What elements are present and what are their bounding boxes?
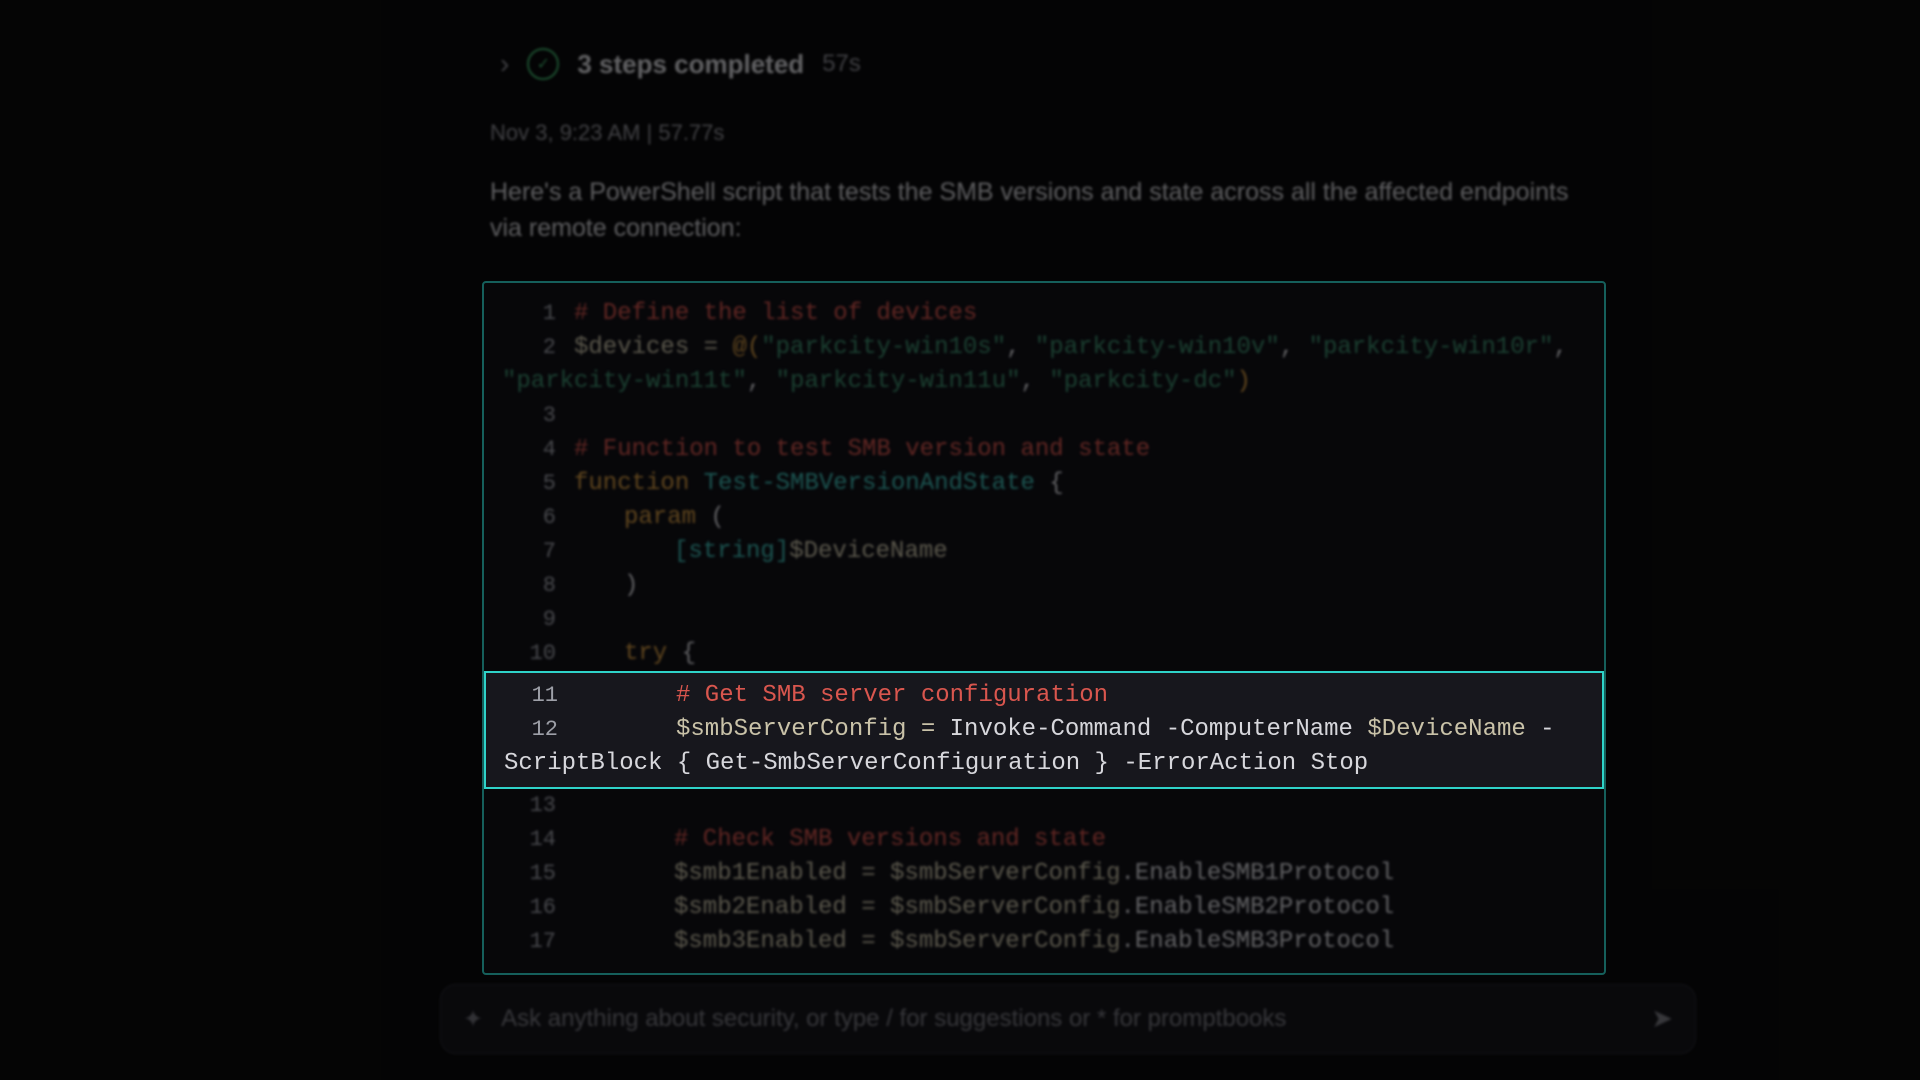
code-line: 1# Define the list of devices bbox=[484, 297, 1604, 331]
code-line: 4# Function to test SMB version and stat… bbox=[484, 433, 1604, 467]
code-line: 17$smb3Enabled = $smbServerConfig.Enable… bbox=[484, 925, 1604, 959]
code-line: 16$smb2Enabled = $smbServerConfig.Enable… bbox=[484, 891, 1604, 925]
chevron-right-icon[interactable]: › bbox=[500, 50, 509, 78]
response-body: Here's a PowerShell script that tests th… bbox=[490, 174, 1580, 247]
code-line: 15$smb1Enabled = $smbServerConfig.Enable… bbox=[484, 857, 1604, 891]
code-line: 12$smbServerConfig = Invoke-Command -Com… bbox=[486, 713, 1602, 747]
response-timestamp: Nov 3, 9:23 AM | 57.77s bbox=[490, 120, 1630, 146]
code-line: 11# Get SMB server configuration bbox=[486, 679, 1602, 713]
code-line: 6param ( bbox=[484, 501, 1604, 535]
code-line: 5function Test-SMBVersionAndState { bbox=[484, 467, 1604, 501]
code-line: 14# Check SMB versions and state bbox=[484, 823, 1604, 857]
code-line: 3 bbox=[484, 399, 1604, 433]
steps-completed-label: 3 steps completed bbox=[577, 49, 804, 80]
chat-input[interactable]: ✦ Ask anything about security, or type /… bbox=[440, 984, 1696, 1054]
code-line: 8) bbox=[484, 569, 1604, 603]
send-icon[interactable]: ➤ bbox=[1651, 1003, 1673, 1034]
code-line: 9 bbox=[484, 603, 1604, 637]
check-circle-icon: ✓ bbox=[527, 48, 559, 80]
code-line: 13 bbox=[484, 789, 1604, 823]
code-block[interactable]: 1# Define the list of devices 2$devices … bbox=[482, 281, 1606, 975]
code-line: 10try { bbox=[484, 637, 1604, 671]
steps-summary[interactable]: › ✓ 3 steps completed 57s bbox=[440, 0, 1630, 120]
code-focus-region: 11# Get SMB server configuration 12$smbS… bbox=[484, 671, 1604, 789]
sparkle-icon: ✦ bbox=[463, 1005, 483, 1034]
steps-elapsed: 57s bbox=[822, 50, 861, 78]
chat-input-placeholder: Ask anything about security, or type / f… bbox=[501, 1005, 1633, 1033]
code-line: ScriptBlock { Get-SmbServerConfiguration… bbox=[486, 747, 1602, 781]
code-line: "parkcity-win11t", "parkcity-win11u", "p… bbox=[484, 365, 1604, 399]
code-line: 7[string]$DeviceName bbox=[484, 535, 1604, 569]
code-line: 2$devices = @("parkcity-win10s", "parkci… bbox=[484, 331, 1604, 365]
